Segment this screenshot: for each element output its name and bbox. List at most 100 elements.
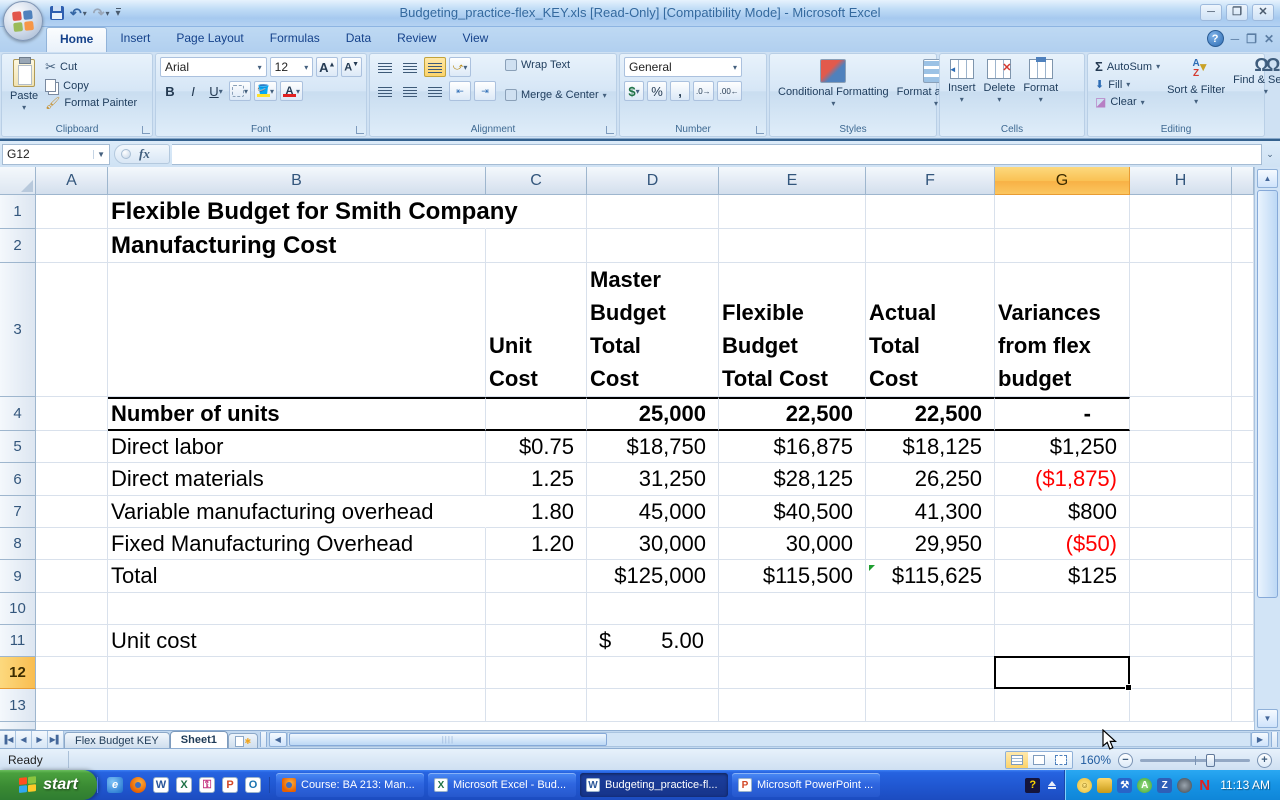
cell-G13[interactable] bbox=[995, 689, 1130, 722]
align-right-button[interactable] bbox=[424, 81, 446, 101]
cell-B4[interactable]: Number of units bbox=[108, 397, 486, 431]
grow-font-button[interactable]: A▲ bbox=[316, 57, 338, 77]
cell-C6[interactable]: 1.25 bbox=[486, 463, 587, 496]
taskbar-clock[interactable]: 11:13 AM bbox=[1220, 778, 1270, 792]
antivirus-tray-icon[interactable]: A bbox=[1137, 778, 1152, 793]
cell-A13[interactable] bbox=[36, 689, 108, 722]
row-header-3[interactable]: 3 bbox=[0, 263, 36, 397]
align-left-button[interactable] bbox=[374, 81, 396, 101]
cell-F10[interactable] bbox=[866, 593, 995, 625]
insert-cells-button[interactable]: Insert▾ bbox=[944, 57, 980, 123]
tab-view[interactable]: View bbox=[449, 27, 501, 52]
cell-D9[interactable]: $125,000 bbox=[587, 560, 719, 593]
cell-H13[interactable] bbox=[1130, 689, 1232, 722]
scroll-left-icon[interactable]: ◀ bbox=[269, 732, 287, 747]
row-header-7[interactable]: 7 bbox=[0, 496, 36, 528]
cell-G3[interactable]: Variancesfrom flexbudget bbox=[995, 263, 1130, 397]
delete-cells-button[interactable]: Delete▾ bbox=[980, 57, 1020, 123]
restore-button[interactable]: ❐ bbox=[1226, 4, 1248, 21]
align-top-button[interactable] bbox=[374, 57, 396, 77]
cell-B11[interactable]: Unit cost bbox=[108, 625, 486, 657]
cell-D6[interactable]: 31,250 bbox=[587, 463, 719, 496]
minimize-button[interactable]: ─ bbox=[1200, 4, 1222, 21]
row-header-5[interactable]: 5 bbox=[0, 431, 36, 463]
comma-style-button[interactable]: , bbox=[670, 81, 690, 101]
insert-worksheet-button[interactable]: ✱ bbox=[228, 733, 258, 748]
italic-button[interactable]: I bbox=[183, 81, 203, 101]
cell-A7[interactable] bbox=[36, 496, 108, 528]
align-middle-button[interactable] bbox=[399, 57, 421, 77]
cell-G10[interactable] bbox=[995, 593, 1130, 625]
cell-A11[interactable] bbox=[36, 625, 108, 657]
cell-D8[interactable]: 30,000 bbox=[587, 528, 719, 560]
messenger-tray-icon[interactable]: ☺ bbox=[1077, 778, 1092, 793]
tab-home[interactable]: Home bbox=[46, 27, 107, 52]
workbook-restore-button[interactable]: ❐ bbox=[1246, 32, 1257, 46]
fill-color-button[interactable]: 🪣▾ bbox=[254, 81, 277, 101]
cell-F6[interactable]: 26,250 bbox=[866, 463, 995, 496]
cell-F11[interactable] bbox=[866, 625, 995, 657]
column-header-H[interactable]: H bbox=[1130, 167, 1232, 195]
format-painter-button[interactable]: 🖌Format Painter bbox=[42, 94, 140, 112]
normal-view-button[interactable] bbox=[1006, 752, 1028, 768]
cell-B12[interactable] bbox=[108, 657, 486, 689]
font-size-select[interactable]: 12▾ bbox=[270, 57, 314, 77]
row-header-12[interactable]: 12 bbox=[0, 657, 36, 689]
cell-B3[interactable] bbox=[108, 263, 486, 397]
row-header-9[interactable]: 9 bbox=[0, 560, 36, 593]
cell-B2[interactable]: Manufacturing Cost bbox=[108, 229, 486, 263]
cell-x8[interactable] bbox=[1232, 528, 1254, 560]
format-cells-button[interactable]: Format▾ bbox=[1019, 57, 1062, 123]
name-box[interactable]: G12▼ bbox=[2, 144, 110, 165]
cell-E12[interactable] bbox=[719, 657, 866, 689]
cell-E6[interactable]: $28,125 bbox=[719, 463, 866, 496]
task-firefox-course[interactable]: Course: BA 213: Man... bbox=[276, 773, 424, 797]
zoom-slider-thumb[interactable] bbox=[1206, 754, 1215, 767]
scrollbar-resize-handle[interactable] bbox=[1271, 732, 1278, 747]
cell-E4[interactable]: 22,500 bbox=[719, 397, 866, 431]
cell-F8[interactable]: 29,950 bbox=[866, 528, 995, 560]
wrap-text-button[interactable]: Wrap Text bbox=[502, 57, 610, 73]
cell-E3[interactable]: FlexibleBudgetTotal Cost bbox=[719, 263, 866, 397]
cell-D5[interactable]: $18,750 bbox=[587, 431, 719, 463]
cell-C13[interactable] bbox=[486, 689, 587, 722]
word-icon[interactable]: W bbox=[153, 777, 169, 793]
cell-C3[interactable]: UnitCost bbox=[486, 263, 587, 397]
number-format-select[interactable]: General▾ bbox=[624, 57, 742, 77]
cell-C10[interactable] bbox=[486, 593, 587, 625]
help-button[interactable]: ? bbox=[1207, 30, 1224, 47]
cell-C7[interactable]: 1.80 bbox=[486, 496, 587, 528]
cell-A9[interactable] bbox=[36, 560, 108, 593]
help-tray-icon[interactable]: ? bbox=[1025, 778, 1040, 793]
scroll-up-icon[interactable]: ▲ bbox=[1257, 169, 1278, 188]
insert-function-button[interactable]: fx bbox=[114, 144, 170, 164]
percent-style-button[interactable]: % bbox=[647, 81, 667, 101]
vertical-scrollbar[interactable]: ▲ ▼ bbox=[1254, 167, 1280, 730]
volume-tray-icon[interactable] bbox=[1177, 778, 1192, 793]
alignment-dialog-launcher[interactable] bbox=[606, 126, 614, 134]
tools-tray-icon[interactable]: ⚒ bbox=[1117, 778, 1132, 793]
cell-x3[interactable] bbox=[1232, 263, 1254, 397]
column-header-F[interactable]: F bbox=[866, 167, 995, 195]
decrease-indent-button[interactable]: ⇤ bbox=[449, 81, 471, 101]
z-app-tray-icon[interactable]: Z bbox=[1157, 778, 1172, 793]
cell-F2[interactable] bbox=[866, 229, 995, 263]
close-button[interactable]: ✕ bbox=[1252, 4, 1274, 21]
cell-E10[interactable] bbox=[719, 593, 866, 625]
cell-D1[interactable] bbox=[587, 195, 719, 229]
next-sheet-button[interactable]: ▶ bbox=[32, 731, 48, 748]
cell-E9[interactable]: $115,500 bbox=[719, 560, 866, 593]
cell-G11[interactable] bbox=[995, 625, 1130, 657]
cell-H6[interactable] bbox=[1130, 463, 1232, 496]
vertical-scroll-thumb[interactable] bbox=[1257, 190, 1278, 598]
safely-remove-icon[interactable] bbox=[1048, 781, 1056, 789]
cell-x11[interactable] bbox=[1232, 625, 1254, 657]
align-center-button[interactable] bbox=[399, 81, 421, 101]
scroll-down-icon[interactable]: ▼ bbox=[1257, 709, 1278, 728]
cell-A12[interactable] bbox=[36, 657, 108, 689]
sort-filter-button[interactable]: AZ▼ Sort & Filter▾ bbox=[1163, 57, 1229, 123]
cell-x12[interactable] bbox=[1232, 657, 1254, 689]
row-header-4[interactable]: 4 bbox=[0, 397, 36, 431]
font-dialog-launcher[interactable] bbox=[356, 126, 364, 134]
cell-F4[interactable]: 22,500 bbox=[866, 397, 995, 431]
